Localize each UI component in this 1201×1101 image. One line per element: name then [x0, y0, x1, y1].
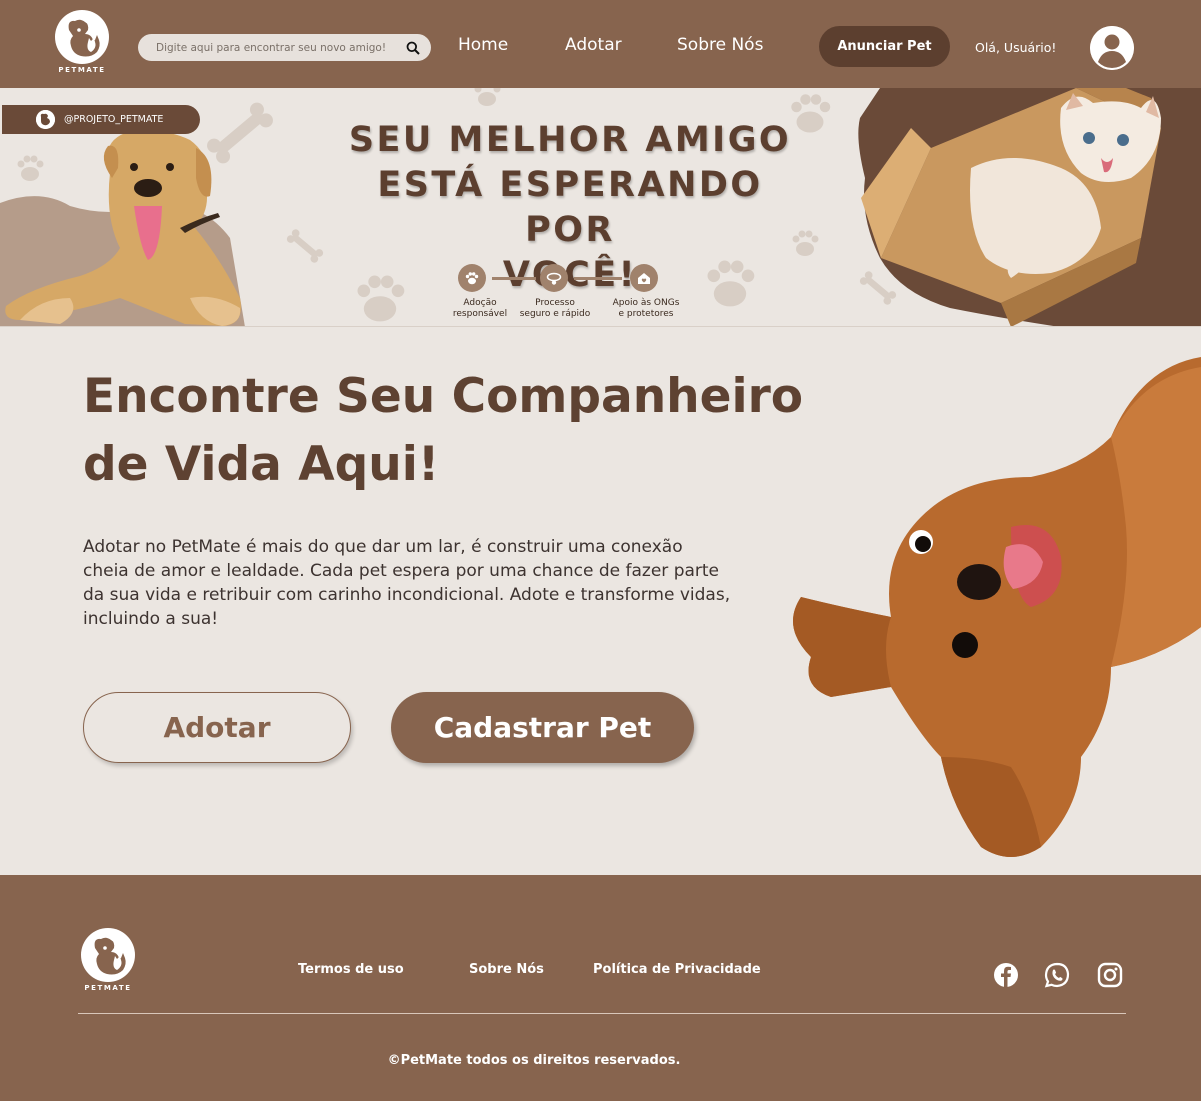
feature-connector: [574, 277, 622, 280]
feature-label-line: seguro e rápido: [519, 309, 591, 319]
petmate-logo[interactable]: PETMATE: [55, 10, 109, 74]
petmate-mini-logo-icon: [36, 110, 55, 129]
nav-adotar[interactable]: Adotar: [565, 35, 622, 55]
paw-icon: [458, 264, 486, 292]
nav-home[interactable]: Home: [458, 35, 508, 55]
feature-label: Apoio às ONGs e protetores: [601, 298, 691, 320]
search-bar: [138, 34, 431, 61]
cadastrar-pet-button[interactable]: Cadastrar Pet: [391, 692, 694, 763]
search-icon[interactable]: [405, 40, 421, 56]
feature-label-line: e protetores: [618, 309, 674, 319]
feature-label-line: Processo: [535, 298, 575, 308]
adotar-button[interactable]: Adotar: [83, 692, 351, 763]
hero-title: Encontre Seu Companheiro de Vida Aqui!: [83, 363, 823, 499]
facebook-icon[interactable]: [993, 962, 1019, 988]
user-avatar[interactable]: [1090, 26, 1134, 70]
user-greeting: Olá, Usuário!: [975, 40, 1057, 55]
brand-wordmark: PETMATE: [58, 66, 106, 74]
banner-title-line: SEU MELHOR AMIGO: [348, 120, 792, 160]
footer-link-termos[interactable]: Termos de uso: [298, 962, 404, 977]
brand-wordmark: PETMATE: [84, 984, 132, 992]
collar-icon: [540, 264, 568, 292]
hero-title-line: Encontre Seu Companheiro: [83, 369, 804, 424]
footer: PETMATE Termos de uso Sobre Nós Política…: [0, 875, 1201, 1101]
banner-title-line: ESTÁ ESPERANDO POR: [377, 165, 763, 250]
house-heart-icon: [630, 264, 658, 292]
dog-cat-logo-icon: [81, 928, 135, 982]
hero-title-line: de Vida Aqui!: [83, 437, 440, 492]
footer-link-politica[interactable]: Política de Privacidade: [593, 962, 761, 977]
nav-sobre-nos[interactable]: Sobre Nós: [677, 35, 763, 55]
feature-label-line: Apoio às ONGs: [612, 298, 680, 308]
feature-connector: [492, 277, 536, 280]
search-input[interactable]: [156, 41, 405, 54]
feature-label: Processo seguro e rápido: [510, 298, 600, 320]
footer-divider: [78, 1013, 1126, 1014]
dog-cat-logo-icon: [55, 10, 109, 64]
hero-section: Encontre Seu Companheiro de Vida Aqui! A…: [0, 327, 1201, 875]
feature-steps: Adoção responsável Processo seguro e ráp…: [444, 264, 694, 324]
cat-in-box-image: [861, 88, 1161, 326]
cocker-spaniel-image: [793, 357, 1201, 857]
instagram-icon[interactable]: [1097, 962, 1123, 988]
anunciar-pet-button[interactable]: Anunciar Pet: [819, 26, 950, 67]
hero-description: Adotar no PetMate é mais do que dar um l…: [83, 537, 731, 629]
hero-banner: @PROJETO_PETMATE SEU MELHOR AMIGO ESTÁ E…: [0, 88, 1201, 327]
footer-petmate-logo[interactable]: PETMATE: [81, 928, 135, 992]
instagram-handle: @PROJETO_PETMATE: [64, 114, 164, 125]
user-icon: [1090, 26, 1134, 70]
footer-link-sobre-nos[interactable]: Sobre Nós: [469, 962, 544, 977]
instagram-handle-badge[interactable]: @PROJETO_PETMATE: [2, 105, 200, 134]
whatsapp-icon[interactable]: [1044, 962, 1070, 988]
top-navbar: PETMATE Home Adotar Sobre Nós Anunciar P…: [0, 0, 1201, 88]
copyright-text: ©PetMate todos os direitos reservados.: [387, 1053, 681, 1068]
